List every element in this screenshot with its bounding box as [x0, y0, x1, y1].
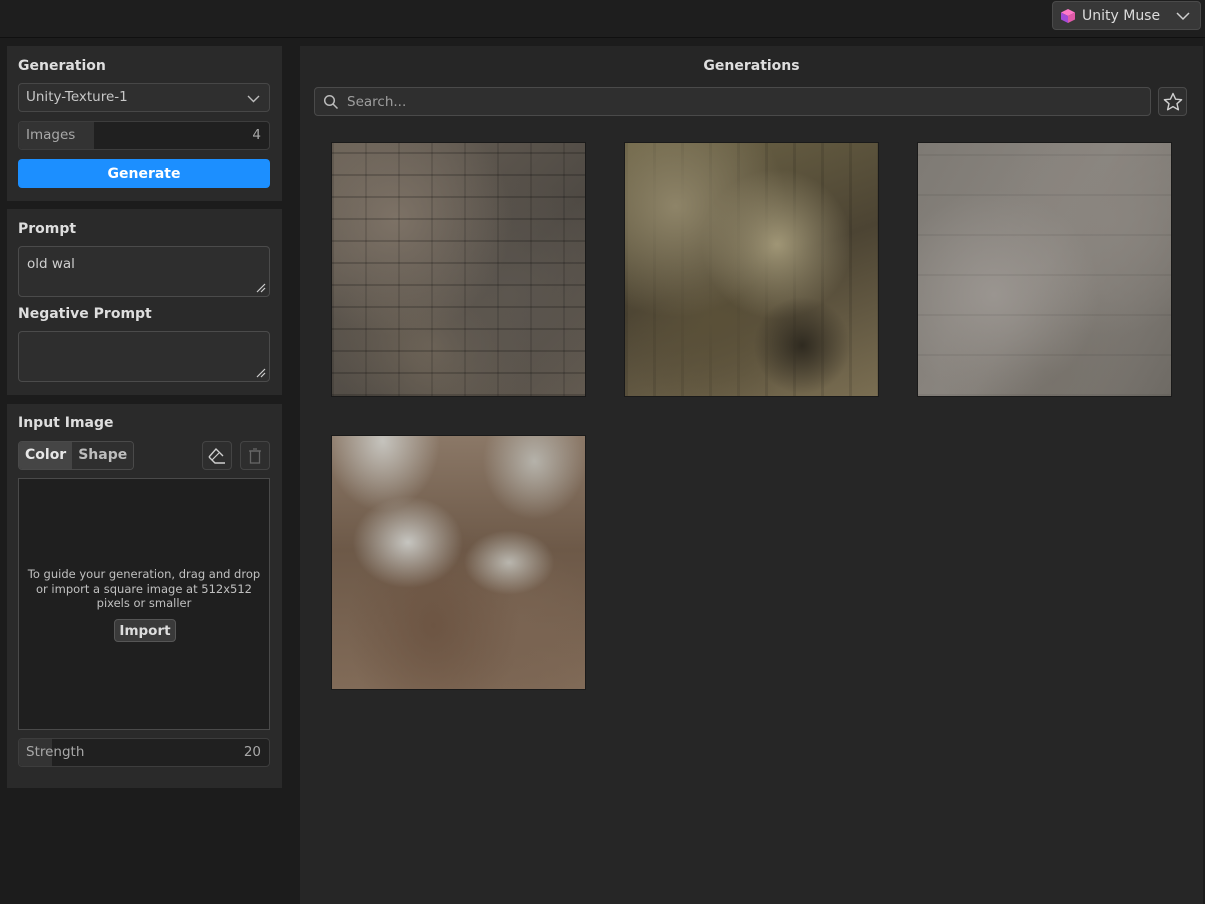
tab-shape[interactable]: Shape	[72, 442, 134, 469]
chevron-down-icon	[247, 95, 260, 103]
input-image-title: Input Image	[18, 415, 114, 431]
top-bar: Unity Muse	[0, 0, 1205, 38]
account-dropdown[interactable]: Unity Muse	[1052, 1, 1201, 30]
delete-image-button[interactable]	[240, 441, 270, 470]
model-value: Unity-Texture-1	[26, 89, 128, 105]
tab-color[interactable]: Color	[19, 442, 73, 469]
generated-texture-thumbnail[interactable]	[332, 436, 585, 689]
image-drop-zone[interactable]: To guide your generation, drag and drop …	[18, 478, 270, 730]
generations-panel: Generations	[300, 46, 1203, 904]
prompt-text: old wal	[27, 256, 75, 272]
input-image-panel: Input Image Color Shape To guide your ge…	[7, 404, 282, 788]
generated-texture-thumbnail[interactable]	[918, 143, 1171, 396]
strength-slider[interactable]: Strength 20	[18, 738, 270, 767]
generated-texture-thumbnail[interactable]	[332, 143, 585, 396]
input-mode-toggle: Color Shape	[18, 441, 135, 470]
images-label: Images	[26, 127, 76, 143]
search-input[interactable]	[345, 92, 1129, 111]
prompt-panel: Prompt old wal Negative Prompt	[7, 209, 282, 395]
negative-prompt-input[interactable]	[18, 331, 270, 382]
search-icon	[323, 94, 339, 109]
strength-value: 20	[243, 744, 261, 760]
trash-icon	[249, 447, 261, 464]
drop-zone-hint: To guide your generation, drag and drop …	[27, 567, 261, 610]
images-count-slider[interactable]: Images 4	[18, 121, 270, 150]
generations-title: Generations	[703, 58, 800, 74]
generation-title: Generation	[18, 58, 106, 74]
star-icon	[1163, 92, 1182, 110]
prompt-title: Prompt	[18, 221, 77, 237]
resize-grip-icon[interactable]	[256, 368, 266, 378]
resize-grip-icon[interactable]	[256, 283, 266, 293]
generation-panel: Generation Unity-Texture-1 Images 4 Gene…	[7, 46, 282, 201]
prompt-input[interactable]: old wal	[18, 246, 270, 297]
sketch-button[interactable]	[202, 441, 232, 470]
muse-logo-icon	[1061, 8, 1075, 23]
import-button[interactable]: Import	[114, 619, 176, 642]
model-dropdown[interactable]: Unity-Texture-1	[18, 83, 270, 112]
generate-button[interactable]: Generate	[18, 159, 270, 188]
images-value: 4	[252, 127, 261, 143]
account-label: Unity Muse	[1082, 7, 1161, 24]
eraser-pen-icon	[208, 447, 225, 464]
generated-texture-thumbnail[interactable]	[625, 143, 878, 396]
search-box[interactable]	[314, 87, 1151, 116]
strength-label: Strength	[26, 744, 85, 760]
favorites-filter-button[interactable]	[1158, 87, 1187, 116]
negative-prompt-title: Negative Prompt	[18, 306, 152, 322]
chevron-down-icon	[1176, 12, 1190, 21]
